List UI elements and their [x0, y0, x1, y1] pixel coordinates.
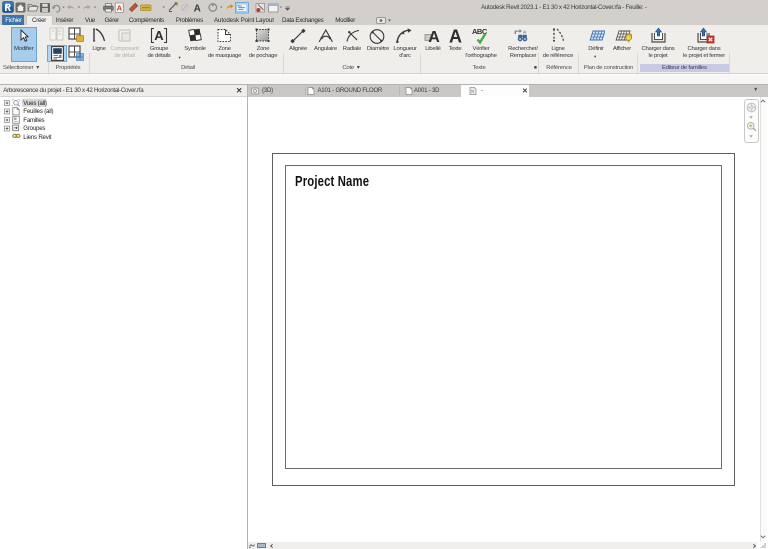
- svg-text:A: A: [449, 27, 462, 45]
- svg-text:A: A: [428, 29, 440, 45]
- svg-text:A: A: [154, 28, 164, 43]
- svg-text:A: A: [194, 4, 201, 15]
- svg-text:A: A: [117, 4, 123, 13]
- svg-text:A: A: [523, 29, 527, 34]
